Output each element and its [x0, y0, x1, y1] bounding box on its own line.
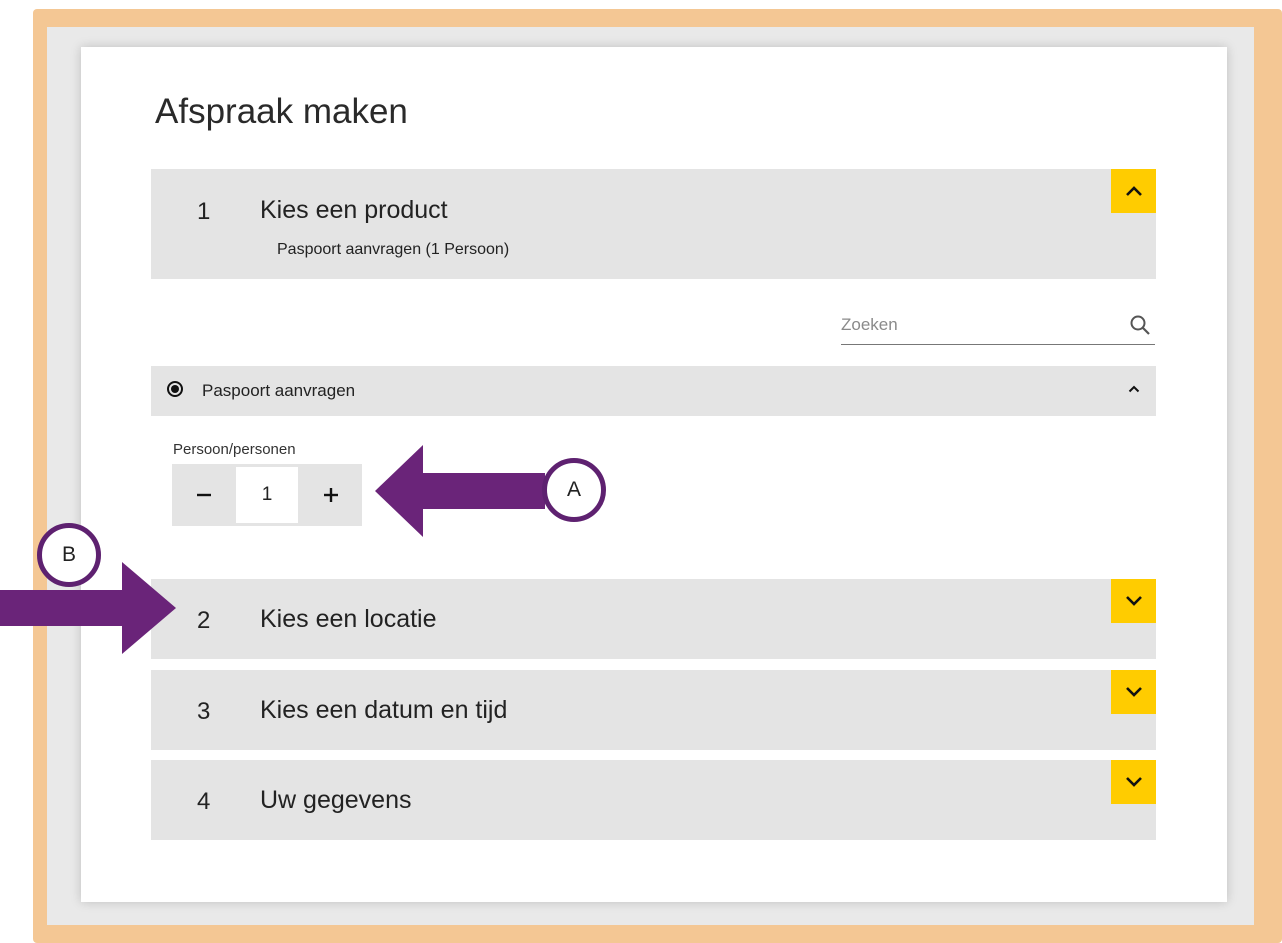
step-3[interactable]: 3 Kies een datum en tijd [151, 670, 1156, 750]
decrement-button[interactable] [172, 464, 235, 526]
search-input[interactable] [841, 310, 1111, 340]
product-option-paspoort[interactable]: Paspoort aanvragen [151, 366, 1156, 416]
expand-button[interactable] [1111, 760, 1156, 804]
step-number: 3 [197, 698, 211, 725]
search-field[interactable] [841, 310, 1155, 345]
product-radio[interactable] [167, 381, 183, 397]
expand-button[interactable] [1111, 579, 1156, 623]
step-4[interactable]: 4 Uw gegevens [151, 760, 1156, 840]
chevron-down-icon [1125, 687, 1142, 697]
step-number: 1 [197, 198, 211, 225]
step-1[interactable]: 1 Kies een product Paspoort aanvragen (1… [151, 169, 1156, 279]
expand-button[interactable] [1111, 670, 1156, 714]
step-title: Kies een datum en tijd [260, 696, 508, 724]
page-title: Afspraak maken [155, 92, 408, 131]
radio-selected-dot [171, 385, 179, 393]
step-2[interactable]: 2 Kies een locatie [151, 579, 1156, 659]
search-icon[interactable] [1129, 314, 1151, 336]
step-number: 2 [197, 607, 211, 634]
increment-button[interactable] [299, 464, 362, 526]
step-number: 4 [197, 788, 211, 815]
step-title: Kies een product [260, 196, 448, 224]
step-title: Uw gegevens [260, 786, 412, 814]
annotation-arrow-a [375, 445, 545, 537]
annotation-badge-a: A [542, 458, 606, 522]
persons-label: Persoon/personen [173, 441, 296, 458]
annotation-badge-b: B [37, 523, 101, 587]
persons-stepper: 1 [172, 464, 362, 526]
persons-value[interactable]: 1 [236, 467, 298, 523]
chevron-down-icon [1125, 777, 1142, 787]
plus-icon [323, 488, 338, 502]
step-summary: Paspoort aanvragen (1 Persoon) [277, 241, 510, 258]
product-label: Paspoort aanvragen [202, 381, 356, 400]
chevron-up-icon [1125, 186, 1142, 196]
step-title: Kies een locatie [260, 605, 437, 633]
minus-icon [196, 493, 211, 497]
chevron-up-icon[interactable] [1128, 385, 1140, 393]
collapse-button[interactable] [1111, 169, 1156, 213]
chevron-down-icon [1125, 596, 1142, 606]
